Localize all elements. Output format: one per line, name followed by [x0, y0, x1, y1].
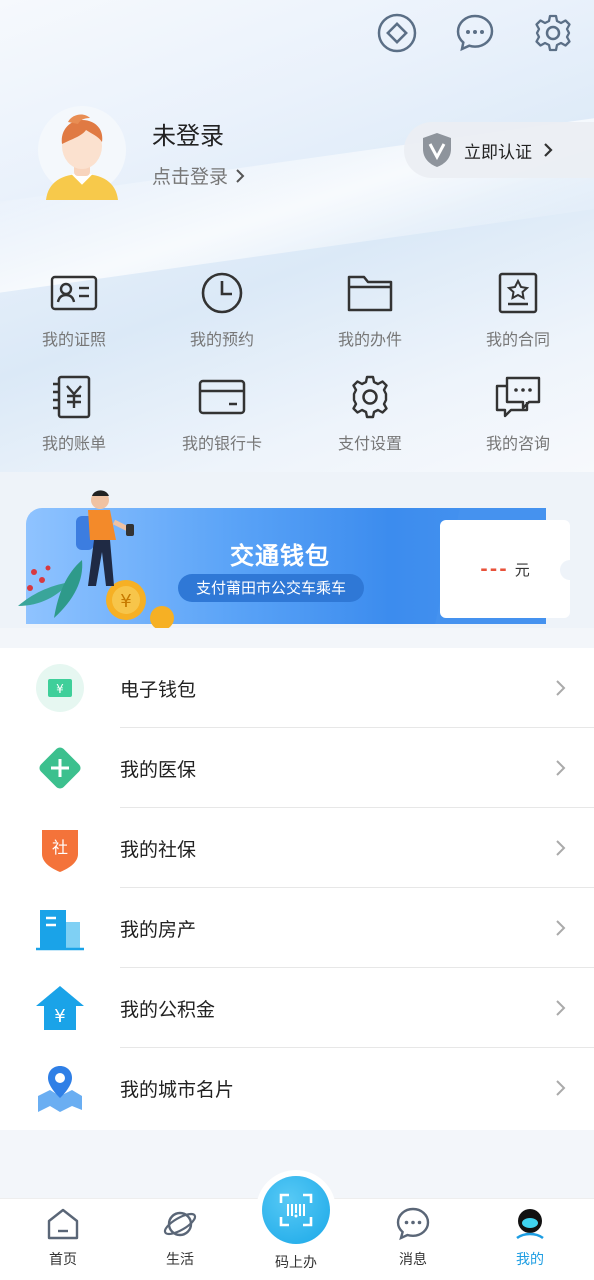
folder-icon [347, 275, 393, 312]
list-item-label: 电子钱包 [120, 678, 197, 701]
contract-icon [498, 272, 538, 314]
grid-label: 我的办件 [337, 330, 402, 349]
chevron-right-icon [556, 840, 566, 856]
tab-label: 我的 [516, 1252, 544, 1268]
chevron-right-icon [556, 1000, 566, 1016]
commuter-illustration: ¥ [18, 490, 174, 628]
tab-messages[interactable]: 消息 [363, 1205, 463, 1269]
list-item-label: 我的社保 [120, 838, 197, 861]
grid-item-appointment[interactable]: 我的预约 [148, 268, 296, 350]
list-item-medical[interactable]: 我的医保 [0, 728, 594, 808]
grid-item-cases[interactable]: 我的办件 [296, 268, 444, 350]
home-icon [47, 1208, 79, 1240]
grid-item-bank-card[interactable]: 我的银行卡 [148, 372, 296, 454]
svg-text:¥: ¥ [56, 682, 64, 696]
grid-item-consult[interactable]: 我的咨询 [444, 372, 592, 454]
wallet-icon: ¥ [36, 664, 84, 712]
grid-label: 支付设置 [337, 434, 402, 453]
svg-text:¥: ¥ [54, 1006, 65, 1027]
avatar[interactable] [38, 104, 126, 204]
chevron-right-icon [556, 760, 566, 776]
tab-label: 生活 [166, 1252, 194, 1268]
tab-mine[interactable]: 我的 [480, 1205, 580, 1269]
chevron-right-icon [236, 168, 245, 183]
list-item-label: 我的城市名片 [120, 1078, 235, 1101]
grid-label: 我的咨询 [485, 434, 550, 453]
shield-v-icon [423, 133, 451, 167]
list-item-label: 我的房产 [120, 918, 197, 941]
header-actions [376, 12, 574, 54]
login-link[interactable]: 点击登录 [152, 162, 246, 189]
grid-item-bills[interactable]: 我的账单 [0, 372, 148, 454]
verify-button[interactable]: 立即认证 [404, 122, 594, 178]
login-status-title: 未登录 [152, 122, 224, 150]
grid-item-payment-settings[interactable]: 支付设置 [296, 372, 444, 454]
list-item-e-wallet[interactable]: ¥ 电子钱包 [0, 648, 594, 728]
profile-header: 未登录 点击登录 立即认证 我的证照 我的预约 我的办件 我的合同 我的账单 我… [0, 0, 594, 472]
grid-label: 我的账单 [41, 434, 106, 453]
svg-text:¥: ¥ [120, 591, 131, 612]
social-security-icon: 社 [42, 830, 78, 872]
message-dots-icon[interactable] [454, 12, 496, 54]
id-card-icon [50, 275, 98, 311]
scan-icon [279, 1193, 313, 1227]
banner-title: 交通钱包 [230, 542, 330, 570]
chevron-right-icon [556, 920, 566, 936]
list-item-social-security[interactable]: 社 我的社保 [0, 808, 594, 888]
grid-item-license[interactable]: 我的证照 [0, 268, 148, 350]
map-pin-icon [38, 1066, 82, 1112]
scan-button[interactable] [262, 1176, 330, 1244]
grid-label: 我的证照 [41, 330, 106, 349]
bank-card-icon [198, 379, 246, 415]
clock-icon [201, 272, 243, 314]
chevron-right-icon [544, 143, 553, 157]
diamond-circle-icon[interactable] [376, 12, 418, 54]
profile-icon [516, 1209, 544, 1240]
grid-label: 我的银行卡 [181, 434, 262, 453]
list-item-label: 我的医保 [120, 758, 197, 781]
settings-icon [352, 375, 388, 419]
tab-label-scan: 码上办 [275, 1255, 317, 1271]
grid-label: 我的预约 [189, 330, 254, 349]
gear-icon[interactable] [532, 12, 574, 54]
banner-subtitle: 支付莆田市公交车乘车 [178, 574, 365, 602]
list-item-property[interactable]: 我的房产 [0, 888, 594, 968]
chevron-right-icon [556, 680, 566, 696]
list-item-city-card[interactable]: 我的城市名片 [0, 1048, 594, 1128]
tab-home[interactable]: 首页 [13, 1205, 113, 1269]
tab-label: 消息 [399, 1252, 427, 1268]
chevron-right-icon [556, 1080, 566, 1096]
balance-unit: 元 [514, 560, 530, 579]
medical-icon [39, 747, 81, 789]
balance-stub: --- 元 [440, 520, 580, 618]
grid-item-contract[interactable]: 我的合同 [444, 268, 592, 350]
svg-text:社: 社 [52, 838, 68, 857]
housing-fund-icon: ¥ [36, 986, 84, 1030]
bill-icon [53, 375, 91, 419]
tab-life[interactable]: 生活 [130, 1205, 230, 1269]
service-list: ¥ 电子钱包 我的医保 社 我的社保 我的房产 ¥ 我的公积金 我的城市名片 [0, 648, 594, 1130]
planet-icon [163, 1211, 197, 1237]
grid-label: 我的合同 [485, 330, 550, 349]
list-item-label: 我的公积金 [120, 998, 216, 1021]
verify-label: 立即认证 [464, 142, 532, 163]
login-link-label: 点击登录 [152, 166, 229, 188]
tab-label: 首页 [49, 1252, 77, 1268]
message-icon [396, 1207, 430, 1241]
chat-icon [495, 376, 541, 418]
building-icon [36, 910, 84, 951]
balance-value: --- [480, 558, 509, 580]
list-item-housing-fund[interactable]: ¥ 我的公积金 [0, 968, 594, 1048]
